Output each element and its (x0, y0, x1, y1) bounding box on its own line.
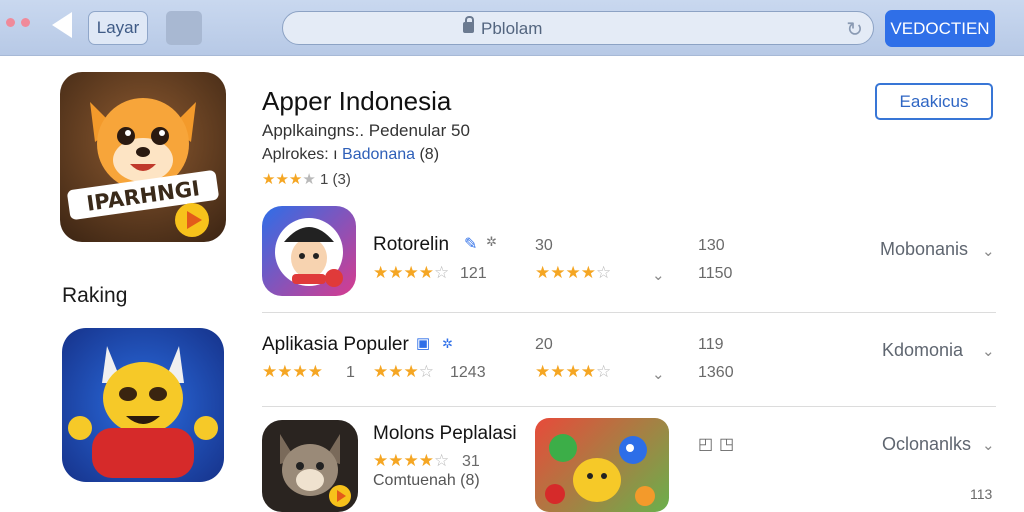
tab-placeholder[interactable] (166, 11, 202, 45)
row3-subtext: Comtuenah (8) (373, 472, 480, 489)
link-icon: ✲ (442, 336, 453, 351)
row2-rating-count-b: 1243 (450, 364, 486, 381)
row3-category[interactable]: Oclonanlks (882, 434, 971, 455)
hero-rating: ★★★★ 1 (3) (262, 170, 351, 188)
row2-col-a: 20 (535, 336, 553, 353)
hero-app-icon[interactable]: IPARHNGI (60, 72, 226, 242)
game-thumbnail[interactable] (535, 418, 669, 512)
character-icon (275, 218, 343, 287)
section-label: Raking (62, 284, 128, 307)
primary-action-button[interactable]: VEDOCTIEN (885, 10, 995, 47)
window-controls (6, 18, 30, 27)
row2-app-icon[interactable] (62, 328, 224, 482)
page-title: Apper Indonesia (262, 86, 452, 116)
calendar-icon: ▣ (416, 335, 431, 352)
chevron-down-icon[interactable]: ⌄ (982, 242, 995, 260)
dog-icon (280, 434, 351, 507)
horned-creature-icon (68, 346, 218, 478)
row1-category[interactable]: Mobonanis (880, 239, 968, 260)
row1-title[interactable]: Rotorelin (373, 234, 449, 256)
chevron-down-icon[interactable]: ⌄ (982, 342, 995, 360)
row2-title[interactable]: Aplikasia Populer (262, 334, 409, 356)
chevron-down-icon[interactable]: ⌄ (652, 266, 665, 284)
row1-col-a: 30 (535, 237, 553, 254)
chevron-down-icon[interactable]: ⌄ (982, 436, 995, 454)
row2-col-b2: 1360 (698, 364, 734, 381)
reload-icon[interactable]: ↻ (846, 17, 863, 42)
row3-corner-text: 113 (970, 486, 993, 502)
row-divider (262, 406, 996, 407)
top-toolbar: Layar Pblolam ↻ VEDOCTIEN (0, 0, 1024, 56)
pencil-icon: ✎ (464, 236, 478, 253)
row2-rating-b: ★★★☆ (373, 362, 434, 381)
close-dot[interactable] (6, 18, 15, 27)
row3-app-icon[interactable] (262, 420, 358, 512)
address-bar[interactable]: Pblolam ↻ (282, 11, 874, 45)
author-suffix: (8) (419, 146, 440, 163)
chevron-down-icon[interactable]: ⌄ (652, 365, 665, 383)
hero-rating-count: 1 (3) (319, 171, 351, 188)
hero-subtitle: Applkaingns:. Pedenular 50 (262, 121, 470, 140)
row3-rating-count: 31 (462, 453, 480, 470)
row1-app-icon[interactable] (262, 206, 356, 296)
row2-col-b1: 119 (698, 336, 724, 353)
hero-author: Aplrokes: ı Badonana (8) (262, 146, 439, 164)
row3-title[interactable]: Molons Peplalasi (373, 423, 517, 445)
row3-rating: ★★★★☆ (373, 451, 450, 470)
author-link[interactable]: Badonana (342, 146, 415, 163)
hero-action-button[interactable]: Eaakicus (875, 83, 993, 120)
minimize-dot[interactable] (21, 18, 30, 27)
row2-rating-a: ★★★★ (262, 362, 323, 381)
row2-category[interactable]: Kdomonia (882, 340, 963, 361)
fox-icon: IPARHNGI (67, 98, 219, 237)
image-icon: ◰ (698, 436, 714, 453)
star-empty-icon: ★ (302, 171, 316, 188)
game-art-icon (545, 434, 655, 506)
layar-button[interactable]: Layar (88, 11, 148, 45)
gallery-icon: ◳ (719, 436, 735, 453)
star-rating-icon: ★★★ (262, 171, 303, 188)
address-text: Pblolam (481, 19, 543, 38)
lock-icon (463, 16, 474, 33)
row-divider (262, 312, 996, 313)
row1-col-b2: 1150 (698, 265, 733, 282)
author-prefix: Aplrokes: ı (262, 146, 338, 163)
row1-rating-count: 121 (460, 265, 487, 282)
row2-rating-c: ★★★★☆ (535, 362, 612, 381)
back-arrow-icon[interactable] (52, 12, 72, 38)
row1-rating: ★★★★☆ (373, 263, 450, 282)
row1-rating-b: ★★★★☆ (535, 263, 612, 282)
row1-col-b1: 130 (698, 237, 725, 254)
row2-rating-count-a: 1 (346, 364, 355, 381)
settings-icon: ✲ (486, 234, 497, 249)
